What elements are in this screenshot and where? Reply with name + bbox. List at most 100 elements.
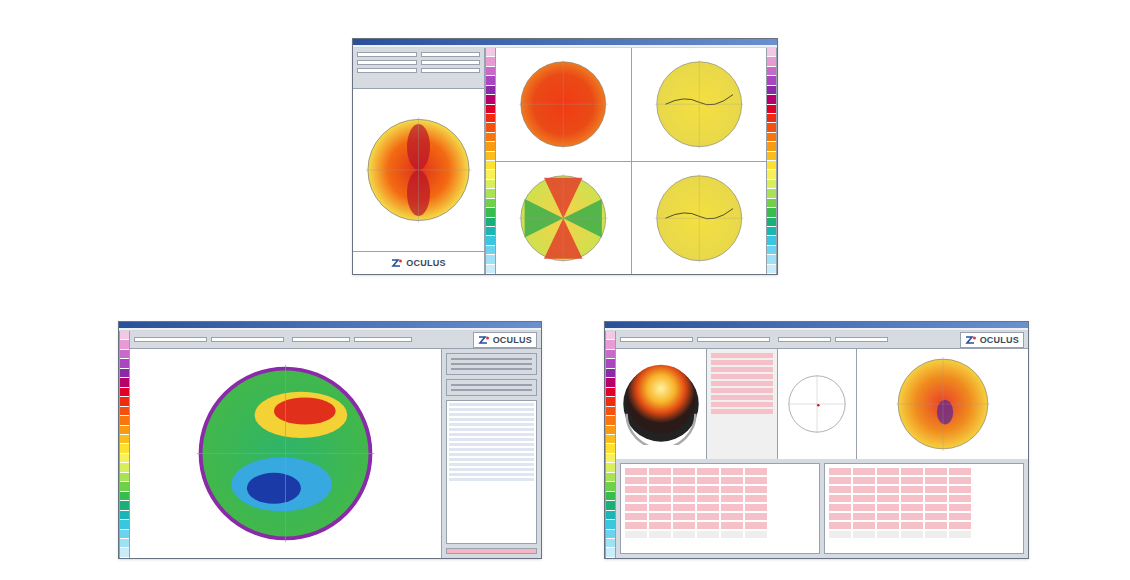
list-row[interactable] xyxy=(449,433,534,436)
table-cell xyxy=(949,477,971,484)
input-field[interactable] xyxy=(451,389,532,391)
input-field[interactable] xyxy=(357,52,417,57)
table-cell xyxy=(949,486,971,493)
input-field[interactable] xyxy=(211,337,284,342)
map-panel xyxy=(632,162,767,275)
map-grid xyxy=(496,48,766,274)
table-cell xyxy=(853,477,875,484)
left-panel: OCULUS xyxy=(353,48,485,274)
scale-cell xyxy=(486,199,495,208)
list-row[interactable] xyxy=(449,423,534,426)
input-field[interactable] xyxy=(134,337,207,342)
input-field[interactable] xyxy=(357,60,417,65)
input-field[interactable] xyxy=(421,52,481,57)
table-cell xyxy=(721,522,743,529)
scale-cell xyxy=(767,265,776,274)
scale-cell xyxy=(120,435,129,444)
table-cell xyxy=(877,531,899,538)
table-cell xyxy=(721,531,743,538)
input-field[interactable] xyxy=(421,68,481,73)
table-cell xyxy=(829,468,851,475)
scale-cell xyxy=(486,189,495,198)
scale-cell xyxy=(767,123,776,132)
input-field[interactable] xyxy=(778,337,831,342)
table-cell xyxy=(649,513,671,520)
list-row[interactable] xyxy=(449,458,534,461)
scale-cell xyxy=(767,161,776,170)
topography-map xyxy=(640,56,759,153)
table-cell xyxy=(877,477,899,484)
scale-cell xyxy=(606,492,615,501)
map-panel xyxy=(353,88,484,252)
table-cell xyxy=(829,531,851,538)
list-row[interactable] xyxy=(449,453,534,456)
list-row[interactable] xyxy=(449,448,534,451)
map-panel xyxy=(130,349,441,558)
scale-cell xyxy=(486,123,495,132)
input-field[interactable] xyxy=(451,358,532,360)
table-cell xyxy=(853,468,875,475)
list-row[interactable] xyxy=(449,473,534,476)
scale-cell xyxy=(767,67,776,76)
list-row[interactable] xyxy=(449,468,534,471)
scale-cell xyxy=(486,86,495,95)
scale-cell xyxy=(767,218,776,227)
input-field[interactable] xyxy=(354,337,412,342)
input-field[interactable] xyxy=(421,60,481,65)
list-row[interactable] xyxy=(449,418,534,421)
scale-cell xyxy=(486,48,495,57)
table-cell xyxy=(925,522,947,529)
page: OCULUSOCULUSOCULUS xyxy=(0,0,1130,580)
table-cell xyxy=(649,504,671,511)
list-row[interactable] xyxy=(449,463,534,466)
table-cell xyxy=(697,531,719,538)
scale-cell xyxy=(120,501,129,510)
table-cell xyxy=(949,495,971,502)
table-cell xyxy=(673,486,695,493)
table-cell xyxy=(673,477,695,484)
input-field[interactable] xyxy=(451,363,532,365)
input-field[interactable] xyxy=(357,68,417,73)
table-cell xyxy=(877,522,899,529)
scale-cell xyxy=(486,218,495,227)
table-cell xyxy=(925,495,947,502)
list-row[interactable] xyxy=(449,428,534,431)
table-cell xyxy=(649,486,671,493)
scale-cell xyxy=(606,501,615,510)
map-panel xyxy=(632,48,767,161)
table-cell xyxy=(721,477,743,484)
input-field[interactable] xyxy=(620,337,693,342)
input-field[interactable] xyxy=(451,384,532,386)
table-cell xyxy=(721,495,743,502)
list-row[interactable] xyxy=(449,438,534,441)
input-field[interactable] xyxy=(835,337,888,342)
table-cell xyxy=(625,513,647,520)
patient-fields xyxy=(353,48,484,88)
control-panel xyxy=(441,349,541,558)
list-row[interactable] xyxy=(449,403,534,406)
table-cell xyxy=(649,495,671,502)
list-row[interactable] xyxy=(449,443,534,446)
table-cell xyxy=(673,531,695,538)
table-cell xyxy=(949,513,971,520)
oculus-logo: OCULUS xyxy=(474,334,536,346)
scale-cell xyxy=(767,152,776,161)
list-row[interactable] xyxy=(449,478,534,481)
scale-cell xyxy=(486,67,495,76)
input-field[interactable] xyxy=(697,337,770,342)
list-row[interactable] xyxy=(449,413,534,416)
scale-cell xyxy=(767,133,776,142)
scale-cell xyxy=(486,76,495,85)
input-field[interactable] xyxy=(451,368,532,370)
scale-cell xyxy=(120,463,129,472)
table-cell xyxy=(625,486,647,493)
color-scale xyxy=(485,48,496,274)
scale-cell xyxy=(486,152,495,161)
coefficient-list[interactable] xyxy=(446,400,537,544)
scale-cell xyxy=(120,397,129,406)
input-field[interactable] xyxy=(292,337,350,342)
scale-cell xyxy=(120,359,129,368)
list-row[interactable] xyxy=(449,408,534,411)
scale-cell xyxy=(486,227,495,236)
scale-cell xyxy=(767,180,776,189)
